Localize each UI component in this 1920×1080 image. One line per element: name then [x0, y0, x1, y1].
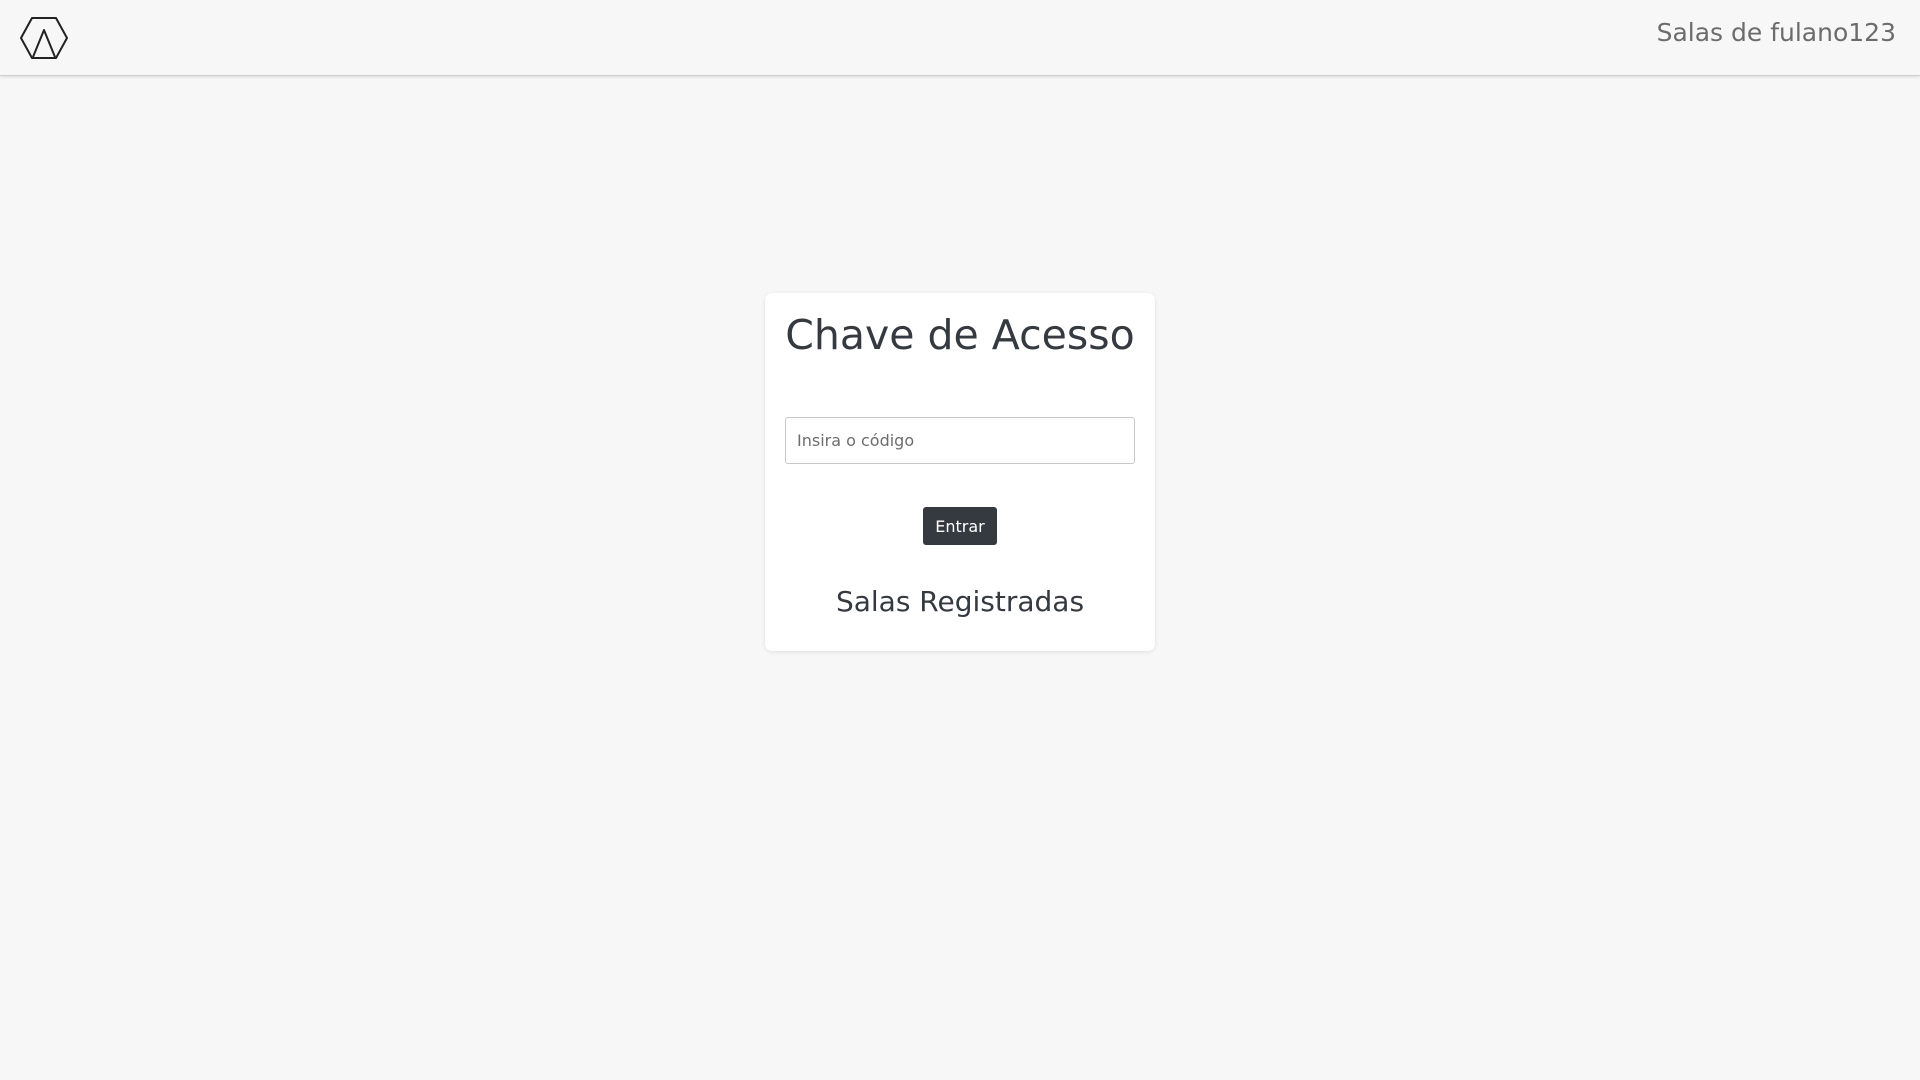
hexagon-logo-icon [20, 17, 68, 59]
logo-link[interactable] [19, 16, 69, 60]
access-card: Chave de Acesso Entrar Salas Registradas [765, 293, 1155, 651]
registered-rooms-heading: Salas Registradas [835, 585, 1085, 618]
page-title: Chave de Acesso [785, 311, 1135, 359]
enter-button[interactable]: Entrar [923, 507, 997, 545]
access-code-input[interactable] [785, 417, 1135, 464]
navbar: Salas de fulano123 [0, 0, 1920, 76]
user-rooms-link[interactable]: Salas de fulano123 [1657, 18, 1896, 47]
